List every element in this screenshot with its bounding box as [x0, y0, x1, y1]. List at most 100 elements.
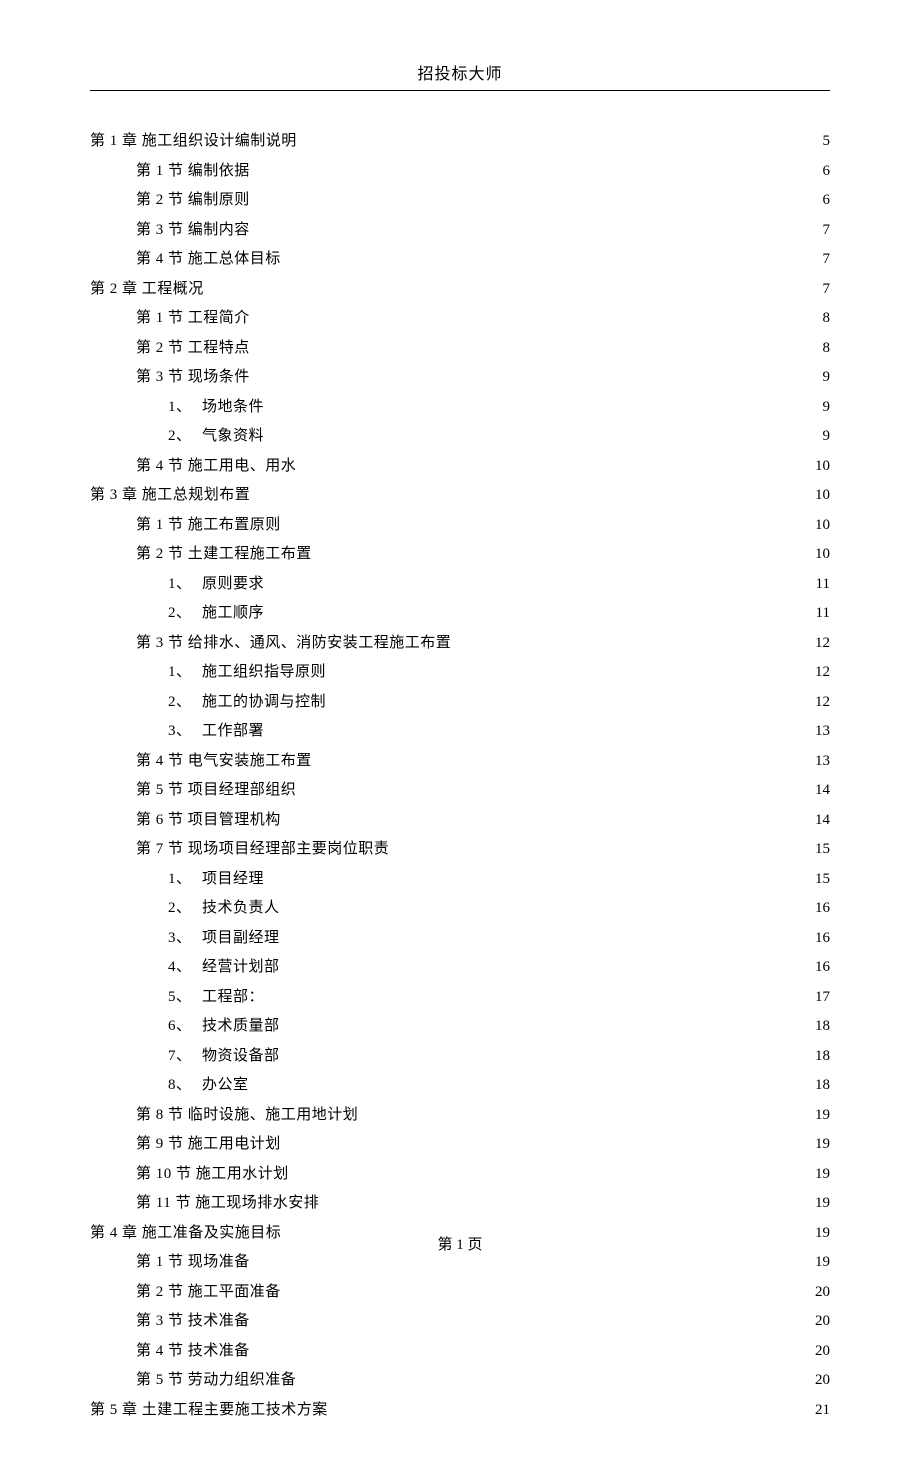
toc-entry-page: 10	[813, 513, 830, 537]
toc-entry-label: 第 2 节 施工平面准备	[136, 1280, 281, 1304]
toc-entry-page: 9	[821, 365, 831, 389]
toc-entry-page: 8	[821, 336, 831, 360]
toc-entry: 第 4 节 施工用电、用水10	[90, 454, 830, 478]
toc-entry-label: 1、项目经理	[168, 867, 264, 891]
toc-entry-page: 15	[813, 867, 830, 891]
toc-entry-label: 第 3 章 施工总规划布置	[90, 483, 250, 507]
toc-entry: 1、原则要求 11	[90, 572, 830, 596]
toc-entry: 第 2 节 编制原则 6	[90, 188, 830, 212]
toc-entry-page: 10	[813, 483, 830, 507]
toc-entry-label: 第 4 节 施工总体目标	[136, 247, 281, 271]
toc-entry-page: 18	[813, 1014, 830, 1038]
toc-entry-label: 1、原则要求	[168, 572, 264, 596]
toc-entry-label: 第 2 节 土建工程施工布置	[136, 542, 312, 566]
toc-entry-label: 2、施工顺序	[168, 601, 264, 625]
toc-entry: 第 9 节 施工用电计划19	[90, 1132, 830, 1156]
toc-entry-page: 14	[813, 808, 830, 832]
toc-entry: 1、施工组织指导原则12	[90, 660, 830, 684]
toc-entry-label: 第 1 节 编制依据	[136, 159, 250, 183]
toc-entry-page: 5	[821, 129, 831, 153]
toc-entry-title: 施工的协调与控制	[202, 694, 326, 710]
toc-entry-page: 16	[813, 955, 830, 979]
toc-entry-page: 10	[813, 542, 830, 566]
toc-entry-page: 18	[813, 1073, 830, 1097]
toc-entry-number: 2、	[168, 896, 202, 920]
toc-entry: 第 4 节 技术准备20	[90, 1339, 830, 1363]
toc-entry-label: 第 2 节 编制原则	[136, 188, 250, 212]
toc-entry-number: 7、	[168, 1044, 202, 1068]
toc-entry-page: 14	[813, 778, 830, 802]
toc-entry-label: 第 3 节 编制内容	[136, 218, 250, 242]
toc-entry-label: 第 9 节 施工用电计划	[136, 1132, 281, 1156]
toc-entry: 2、施工顺序11	[90, 601, 830, 625]
toc-entry-label: 2、气象资料	[168, 424, 264, 448]
toc-entry-page: 20	[813, 1280, 830, 1304]
toc-entry: 6、技术质量部 18	[90, 1014, 830, 1038]
toc-entry: 第 8 节 临时设施、施工用地计划19	[90, 1103, 830, 1127]
toc-entry: 7、物资设备部 18	[90, 1044, 830, 1068]
toc-entry-label: 第 5 章 土建工程主要施工技术方案	[90, 1398, 328, 1422]
toc-entry-number: 4、	[168, 955, 202, 979]
toc-entry: 第 6 节 项目管理机构14	[90, 808, 830, 832]
toc-entry: 第 2 节 施工平面准备 20	[90, 1280, 830, 1304]
toc-entry-title: 物资设备部	[202, 1048, 280, 1064]
toc-entry-page: 20	[813, 1309, 830, 1333]
toc-entry-label: 7、物资设备部	[168, 1044, 280, 1068]
toc-entry-title: 技术负责人	[202, 900, 280, 916]
toc-entry-label: 第 11 节 施工现场排水安排	[136, 1191, 319, 1215]
toc-entry-label: 第 2 节 工程特点	[136, 336, 250, 360]
toc-entry-number: 2、	[168, 690, 202, 714]
toc-entry-label: 第 1 节 施工布置原则	[136, 513, 281, 537]
toc-entry: 第 5 节 项目经理部组织14	[90, 778, 830, 802]
toc-entry: 第 5 节 劳动力组织准备 20	[90, 1368, 830, 1392]
toc-entry-number: 6、	[168, 1014, 202, 1038]
toc-entry-number: 3、	[168, 926, 202, 950]
toc-entry: 第 4 节 施工总体目标 7	[90, 247, 830, 271]
toc-entry-label: 第 3 节 现场条件	[136, 365, 250, 389]
page-number: 第 1 页	[437, 1237, 482, 1253]
toc-entry-label: 第 4 节 电气安装施工布置	[136, 749, 312, 773]
toc-entry: 2、施工的协调与控制 12	[90, 690, 830, 714]
toc-entry-label: 第 3 节 技术准备	[136, 1309, 250, 1333]
toc-entry-page: 15	[813, 837, 830, 861]
toc-entry: 第 1 章 施工组织设计编制说明5	[90, 129, 830, 153]
toc-entry: 4、经营计划部 16	[90, 955, 830, 979]
toc-entry-label: 6、技术质量部	[168, 1014, 280, 1038]
toc-entry-page: 11	[814, 572, 830, 596]
toc-entry: 3、工作部署13	[90, 719, 830, 743]
toc-entry-page: 19	[813, 1162, 830, 1186]
toc-entry: 第 2 节 工程特点 8	[90, 336, 830, 360]
toc-entry-page: 7	[821, 247, 831, 271]
toc-entry-label: 3、项目副经理	[168, 926, 280, 950]
toc-entry-label: 1、施工组织指导原则	[168, 660, 326, 684]
toc-entry-label: 第 2 章 工程概况	[90, 277, 204, 301]
toc-entry-page: 20	[813, 1368, 830, 1392]
toc-entry-page: 13	[813, 719, 830, 743]
toc-entry: 1、项目经理 15	[90, 867, 830, 891]
toc-entry-page: 18	[813, 1044, 830, 1068]
toc-entry-title: 原则要求	[202, 576, 264, 592]
toc-entry-label: 2、技术负责人	[168, 896, 280, 920]
toc-entry-label: 4、经营计划部	[168, 955, 280, 979]
toc-entry: 第 11 节 施工现场排水安排19	[90, 1191, 830, 1215]
toc-entry-title: 项目副经理	[202, 930, 280, 946]
toc-entry: 2、技术负责人16	[90, 896, 830, 920]
toc-entry-label: 5、工程部：	[168, 985, 264, 1009]
toc-entry-page: 6	[821, 188, 831, 212]
toc-entry: 第 1 节 施工布置原则 10	[90, 513, 830, 537]
toc-entry-label: 1、场地条件	[168, 395, 264, 419]
toc-entry-number: 1、	[168, 572, 202, 596]
toc-entry-label: 第 5 节 劳动力组织准备	[136, 1368, 296, 1392]
toc-entry: 第 4 节 电气安装施工布置13	[90, 749, 830, 773]
toc-entry: 第 2 章 工程概况 7	[90, 277, 830, 301]
toc-entry: 第 3 节 编制内容7	[90, 218, 830, 242]
toc-entry-page: 8	[821, 306, 831, 330]
toc-entry: 第 3 节 给排水、通风、消防安装工程施工布置12	[90, 631, 830, 655]
toc-entry-title: 技术质量部	[202, 1018, 280, 1034]
toc-entry-number: 5、	[168, 985, 202, 1009]
toc-entry-page: 12	[813, 690, 830, 714]
toc-entry-page: 16	[813, 926, 830, 950]
toc-entry-label: 第 4 节 技术准备	[136, 1339, 250, 1363]
toc-entry: 第 5 章 土建工程主要施工技术方案21	[90, 1398, 830, 1422]
toc-entry-page: 7	[821, 277, 831, 301]
